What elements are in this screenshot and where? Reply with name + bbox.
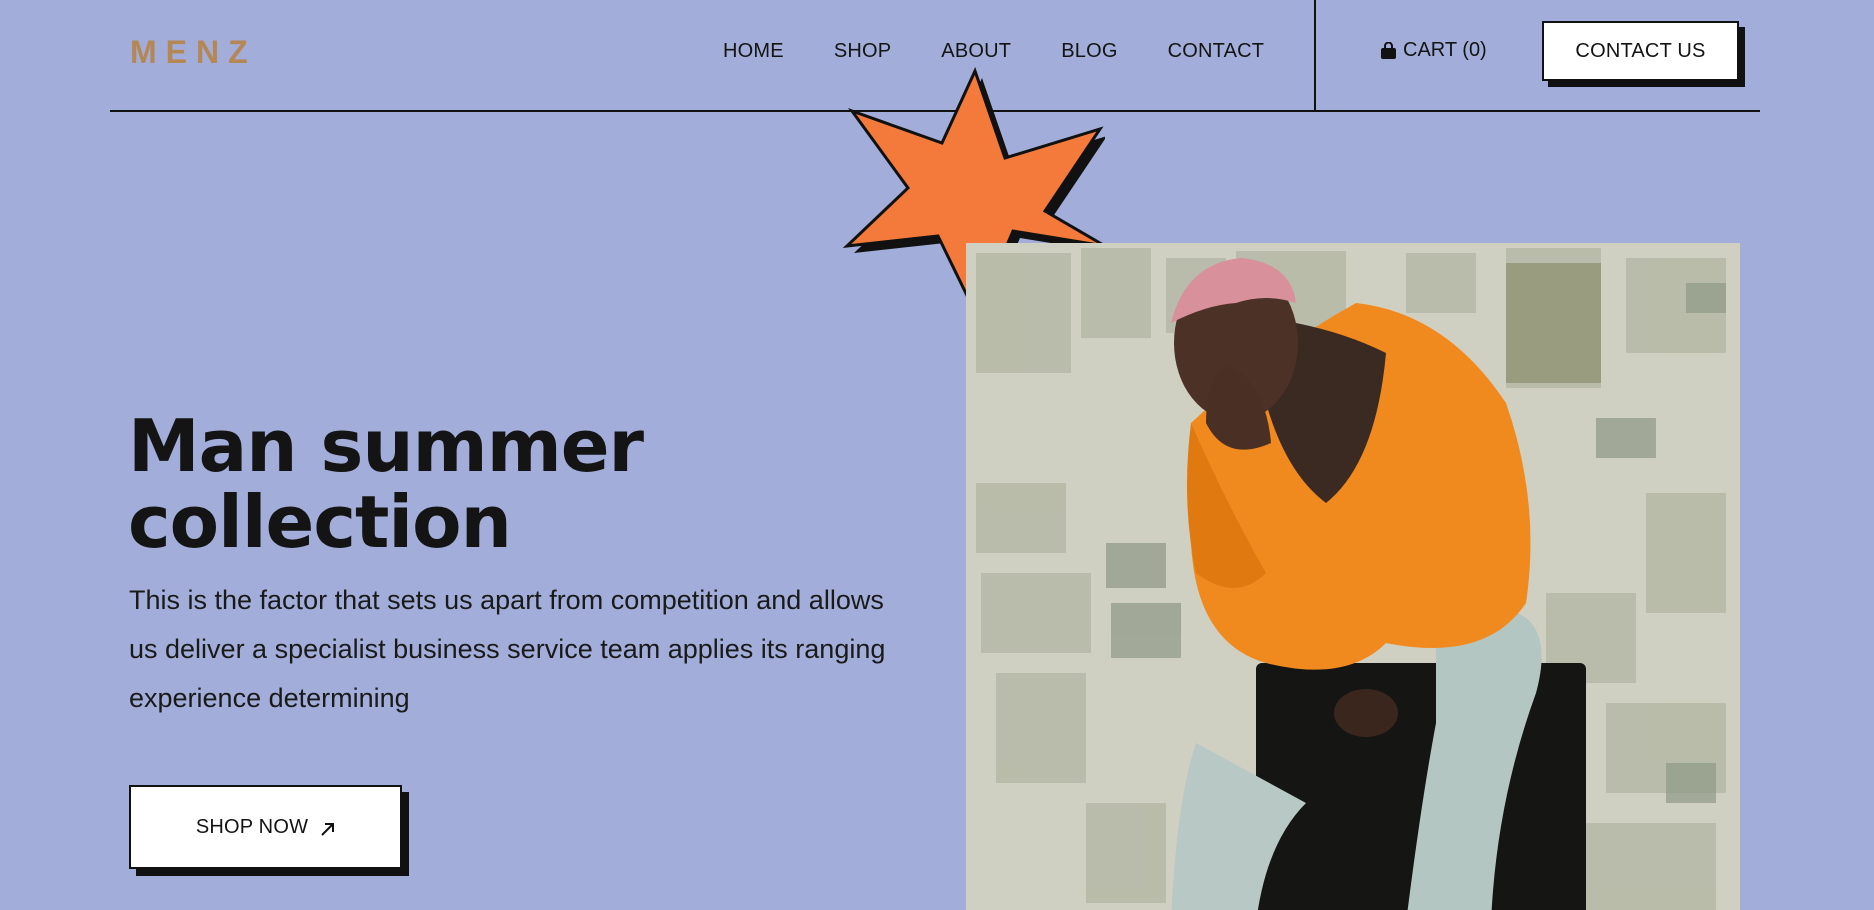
- main-nav: HOME SHOP ABOUT BLOG CONTACT: [723, 38, 1264, 64]
- nav-item-shop[interactable]: SHOP: [834, 38, 891, 64]
- header-divider: [1314, 0, 1316, 112]
- hero-photo: [966, 243, 1740, 910]
- cart-label: CART (0): [1403, 39, 1487, 61]
- brand-logo[interactable]: MENZ: [130, 34, 257, 71]
- page: MENZ HOME SHOP ABOUT BLOG CONTACT CART (…: [0, 0, 1874, 910]
- nav-item-blog[interactable]: BLOG: [1061, 38, 1117, 64]
- model-photo-illustration: [966, 243, 1740, 910]
- shop-now-label: SHOP NOW: [195, 815, 309, 838]
- hero-title-line1: Man summer: [128, 404, 644, 488]
- hero-title: Man summer collection: [128, 408, 688, 560]
- nav-item-home[interactable]: HOME: [723, 38, 784, 64]
- shop-now-button[interactable]: SHOP NOW: [129, 785, 402, 869]
- shopping-bag-icon: [1380, 41, 1397, 60]
- hero-title-line2: collection: [128, 480, 512, 564]
- nav-item-contact[interactable]: CONTACT: [1168, 38, 1265, 64]
- contact-us-button[interactable]: CONTACT US: [1542, 21, 1739, 81]
- arrow-up-right-icon: [320, 820, 335, 836]
- hero-description: This is the factor that sets us apart fr…: [129, 585, 886, 713]
- nav-item-about[interactable]: ABOUT: [941, 38, 1011, 64]
- cart-link[interactable]: CART (0): [1380, 39, 1487, 62]
